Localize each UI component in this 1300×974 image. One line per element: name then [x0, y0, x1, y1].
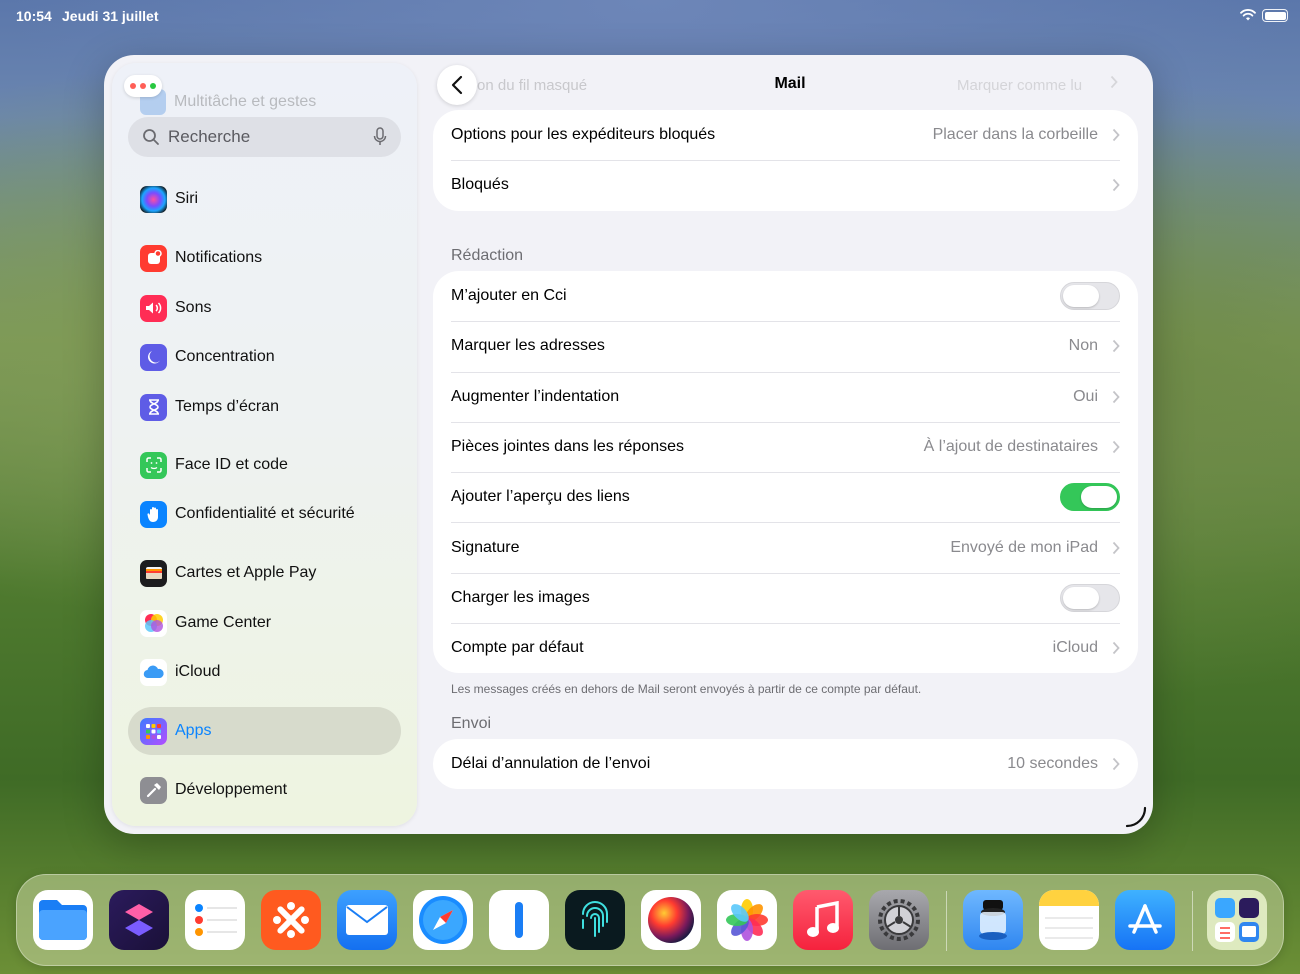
sidebar-item-icloud[interactable]: iCloud — [140, 654, 220, 690]
chevron-right-icon — [1112, 758, 1120, 771]
sounds-icon — [140, 294, 167, 322]
sidebar-item-developer[interactable]: Développement — [140, 772, 287, 808]
section-header-redaction: Rédaction — [451, 247, 524, 264]
music-icon[interactable] — [793, 890, 853, 950]
status-date: Jeudi 31 juillet — [62, 8, 159, 24]
sidebar-item-game-center[interactable]: Game Center — [140, 605, 271, 641]
mail-icon[interactable] — [337, 890, 397, 950]
chevron-right-icon — [1112, 179, 1120, 192]
envoi-group: Délai d’annulation de l’envoi 10 seconde… — [433, 739, 1138, 790]
section-header-envoi: Envoi — [451, 715, 492, 732]
developer-hammer-icon — [140, 776, 167, 804]
chevron-right-icon — [1110, 75, 1118, 89]
search-field[interactable]: Recherche — [128, 117, 401, 157]
row-undo-send-delay[interactable]: Délai d’annulation de l’envoi 10 seconde… — [433, 739, 1138, 789]
scanner-app-icon[interactable] — [963, 890, 1023, 950]
chevron-left-icon — [451, 75, 463, 95]
row-blocked-sender-options[interactable]: Options pour les expéditeurs bloqués Pla… — [433, 110, 1138, 160]
battery-icon — [1262, 9, 1288, 22]
face-id-icon — [140, 451, 167, 479]
sidebar-item-face-id[interactable]: Face ID et code — [140, 447, 288, 483]
load-images-toggle[interactable] — [1060, 583, 1120, 612]
notes-bar-app-icon[interactable] — [489, 890, 549, 950]
notifications-icon — [140, 244, 167, 272]
status-bar: 10:54 Jeudi 31 juillet — [0, 0, 1300, 32]
wifi-icon — [1240, 9, 1256, 21]
chevron-right-icon — [1112, 129, 1120, 142]
dock — [16, 874, 1284, 966]
search-icon — [143, 129, 159, 145]
files-icon[interactable] — [33, 890, 93, 950]
row-link-preview[interactable]: Ajouter l’aperçu des liens — [433, 472, 1138, 522]
main-content: on du fil masqué Mail Marquer comme lu O… — [433, 55, 1153, 834]
sidebar-item-apps[interactable]: Apps — [140, 713, 211, 749]
sidebar-item-multitasking[interactable]: Multitâche et gestes — [140, 89, 316, 115]
safari-icon[interactable] — [413, 890, 473, 950]
row-attachments-replies[interactable]: Pièces jointes dans les réponses À l’ajo… — [433, 421, 1138, 472]
apps-grid-icon — [140, 717, 167, 745]
row-bcc-self[interactable]: M’ajouter en Cci — [433, 271, 1138, 321]
back-button[interactable] — [437, 65, 477, 105]
bcc-self-toggle[interactable] — [1060, 282, 1120, 311]
sidebar-item-notifications[interactable]: Notifications — [140, 240, 262, 276]
chevron-right-icon — [1112, 541, 1120, 554]
sidebar-item-sounds[interactable]: Sons — [140, 290, 211, 326]
row-blocked[interactable]: Bloqués — [433, 160, 1138, 210]
link-preview-toggle[interactable] — [1060, 483, 1120, 512]
sidebar-item-screen-time[interactable]: Temps d’écran — [140, 389, 279, 425]
shortcuts-icon[interactable] — [109, 890, 169, 950]
redaction-group: M’ajouter en Cci Marquer les adresses No… — [433, 271, 1138, 674]
recent-apps-folder-icon[interactable] — [1207, 890, 1267, 950]
screen-time-hourglass-icon — [140, 393, 167, 421]
search-input[interactable]: Recherche — [168, 127, 373, 147]
app-store-icon[interactable] — [1115, 890, 1175, 950]
chevron-right-icon — [1112, 440, 1120, 454]
row-signature[interactable]: Signature Envoyé de mon iPad — [433, 522, 1138, 572]
chevron-right-icon — [1112, 340, 1120, 353]
icloud-icon — [140, 658, 167, 686]
faded-row-value: Marquer comme lu — [957, 77, 1083, 94]
siri-icon — [140, 185, 167, 213]
row-increase-indent[interactable]: Augmenter l’indentation Oui — [433, 371, 1138, 422]
privacy-hand-icon — [140, 500, 167, 528]
chevron-right-icon — [1112, 642, 1120, 655]
settings-icon[interactable] — [869, 890, 929, 950]
status-time: 10:54 — [16, 8, 52, 24]
window-controls[interactable] — [124, 75, 162, 97]
color-sphere-app-icon[interactable] — [641, 890, 701, 950]
game-center-icon — [140, 609, 167, 637]
notes-icon[interactable] — [1039, 890, 1099, 950]
sidebar-item-privacy[interactable]: Confidentialité et sécurité — [140, 496, 355, 532]
window-resize-handle-icon[interactable] — [1125, 806, 1147, 828]
sidebar: Multitâche et gestes Recherche Siri Noti… — [112, 63, 417, 826]
focus-moon-icon — [140, 343, 167, 371]
row-default-account[interactable]: Compte par défaut iCloud — [433, 623, 1138, 673]
wallet-icon — [140, 559, 167, 587]
chevron-right-icon — [1112, 390, 1120, 403]
sidebar-item-wallet[interactable]: Cartes et Apple Pay — [140, 555, 316, 591]
dock-separator — [1192, 891, 1193, 951]
row-mark-addresses[interactable]: Marquer les adresses Non — [433, 321, 1138, 371]
sidebar-item-focus[interactable]: Concentration — [140, 339, 275, 375]
microphone-icon[interactable] — [373, 127, 387, 147]
blocked-group: Options pour les expéditeurs bloqués Pla… — [433, 110, 1138, 211]
settings-window: Multitâche et gestes Recherche Siri Noti… — [104, 55, 1153, 834]
photos-icon[interactable] — [717, 890, 777, 950]
reminders-icon[interactable] — [185, 890, 245, 950]
default-account-footnote: Les messages créés en dehors de Mail ser… — [451, 682, 922, 696]
fingerprint-app-icon[interactable] — [565, 890, 625, 950]
pinwheel-app-icon[interactable] — [261, 890, 321, 950]
row-load-images[interactable]: Charger les images — [433, 572, 1138, 623]
dock-separator — [946, 891, 947, 951]
sidebar-item-siri[interactable]: Siri — [140, 181, 198, 217]
